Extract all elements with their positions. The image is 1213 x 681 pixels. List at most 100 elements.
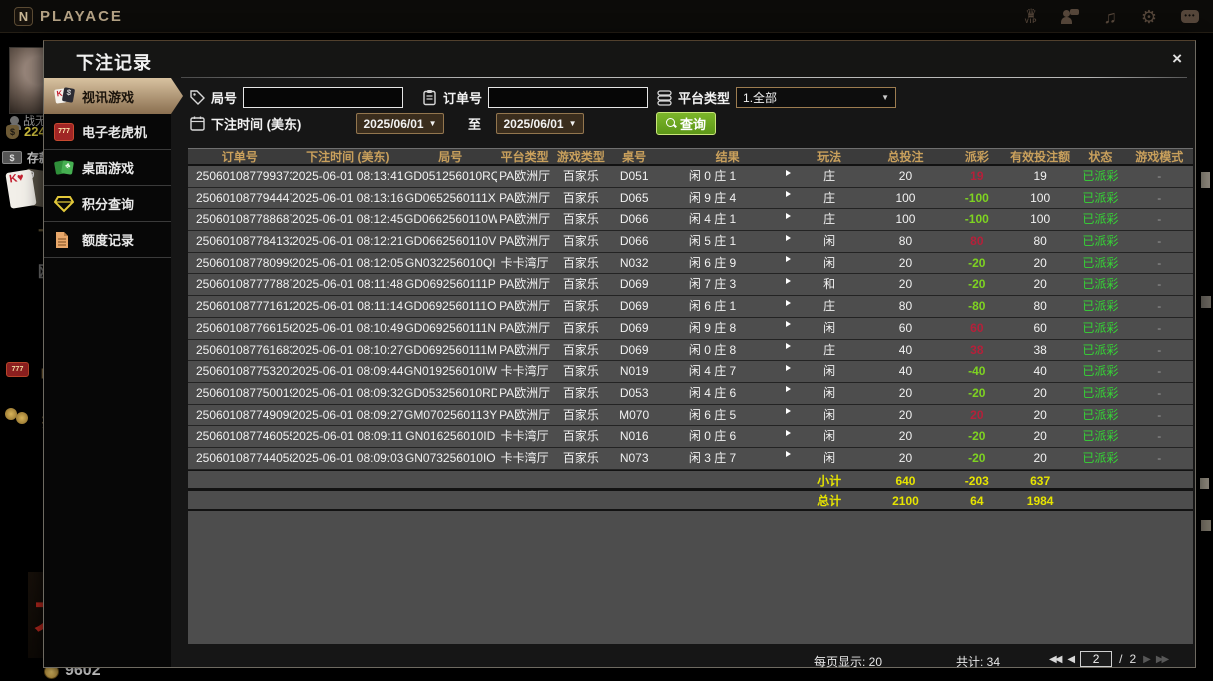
- cell-platform: PA欧洲厅: [497, 318, 553, 339]
- cell-bet: 20: [862, 405, 948, 426]
- cell-play: [766, 188, 796, 209]
- cell-valid: 100: [1005, 188, 1075, 209]
- cell-mode: -: [1126, 274, 1193, 295]
- column-header-status: 状态: [1075, 149, 1125, 164]
- cell-platform: [497, 491, 553, 509]
- cell-status: 已派彩: [1075, 188, 1125, 209]
- cell-payout: 64: [949, 491, 1005, 509]
- table-row: 2506010877886872025-06-01 08:12:45GD0662…: [188, 209, 1193, 231]
- cell-order: [188, 491, 292, 509]
- cell-status: 已派彩: [1075, 231, 1125, 252]
- cell-platform: PA欧洲厅: [497, 166, 553, 187]
- cell-status: 已派彩: [1075, 274, 1125, 295]
- date-to-picker[interactable]: 2025/06/01 ▼: [496, 113, 584, 134]
- round-number-input[interactable]: [243, 87, 403, 108]
- sidebar-item-quota-records[interactable]: 额度记录: [44, 222, 171, 258]
- cell-platform: 卡卡湾厅: [497, 361, 553, 382]
- cell-mode: -: [1126, 188, 1193, 209]
- cell-time: 2025-06-01 08:09:32: [292, 383, 405, 404]
- cell-result: [659, 471, 766, 489]
- cell-time: 2025-06-01 08:13:41: [292, 166, 405, 187]
- date-to-label: 至: [468, 114, 481, 133]
- cell-time: 2025-06-01 08:11:14: [292, 296, 405, 317]
- current-page-input[interactable]: 2: [1080, 651, 1112, 667]
- cell-valid: 20: [1005, 405, 1075, 426]
- cell-round: GN019256010IW: [404, 361, 496, 382]
- tag-icon: [189, 89, 206, 106]
- cell-table: N019: [609, 361, 659, 382]
- cell-time: 2025-06-01 08:13:16: [292, 188, 405, 209]
- last-page-icon[interactable]: ▶▶: [1156, 654, 1167, 665]
- cell-game: 百家乐: [553, 318, 609, 339]
- cell-status: 已派彩: [1075, 340, 1125, 361]
- cell-method: 闲: [796, 361, 862, 382]
- sidebar-item-live-games[interactable]: K$ 视讯游戏: [44, 78, 183, 114]
- cell-payout: 38: [949, 340, 1005, 361]
- cell-table: D065: [609, 188, 659, 209]
- cell-play: [766, 471, 796, 489]
- cell-bet: 100: [862, 188, 948, 209]
- cell-bet: 20: [862, 383, 948, 404]
- query-button[interactable]: 查询: [656, 112, 716, 135]
- cell-table: D069: [609, 296, 659, 317]
- cell-order: 250601087750019: [188, 383, 292, 404]
- cell-payout: -20: [949, 448, 1005, 469]
- cell-status: 已派彩: [1075, 166, 1125, 187]
- column-header-bet: 总投注: [862, 149, 948, 164]
- cell-mode: -: [1126, 166, 1193, 187]
- close-icon[interactable]: ×: [1172, 50, 1182, 67]
- cell-round: GD0692560111O: [404, 296, 496, 317]
- cell-order: 250601087766156: [188, 318, 292, 339]
- order-number-input[interactable]: [488, 87, 648, 108]
- customer-service-icon[interactable]: [1061, 9, 1079, 25]
- cell-result: 闲 5 庄 1: [659, 231, 766, 252]
- cell-round: GN016256010ID: [404, 426, 496, 447]
- summary-row: 小计640-203637: [188, 470, 1193, 491]
- music-icon[interactable]: ♫: [1103, 8, 1117, 26]
- dialog-title: 下注记录: [76, 49, 152, 75]
- cell-play: [766, 318, 796, 339]
- cell-game: [553, 471, 609, 489]
- chat-icon[interactable]: •••: [1181, 10, 1199, 23]
- cell-valid: 20: [1005, 253, 1075, 274]
- table-row: 2506010877809992025-06-01 08:12:05GN0322…: [188, 253, 1193, 275]
- document-icon: [54, 231, 74, 249]
- table-row: 2506010877716122025-06-01 08:11:14GD0692…: [188, 296, 1193, 318]
- calendar-icon: [189, 115, 206, 132]
- cell-mode: -: [1126, 253, 1193, 274]
- cell-status: 已派彩: [1075, 296, 1125, 317]
- prev-page-icon[interactable]: ◀: [1067, 654, 1073, 665]
- cell-valid: 40: [1005, 361, 1075, 382]
- cell-game: 百家乐: [553, 448, 609, 469]
- sidebar-item-slots[interactable]: 777 电子老虎机: [44, 114, 171, 150]
- cell-game: 百家乐: [553, 426, 609, 447]
- chevron-down-icon: ▼: [429, 119, 437, 128]
- cell-method: 庄: [796, 166, 862, 187]
- cell-bet: 20: [862, 166, 948, 187]
- cell-round: [404, 471, 496, 489]
- sidebar-item-table-games[interactable]: ♣ 桌面游戏: [44, 150, 171, 186]
- cell-result: 闲 9 庄 4: [659, 188, 766, 209]
- cell-game: 百家乐: [553, 166, 609, 187]
- chevron-down-icon: ▼: [569, 119, 577, 128]
- next-page-icon[interactable]: ▶: [1143, 654, 1149, 665]
- settings-gear-icon[interactable]: ⚙: [1141, 8, 1157, 26]
- cell-round: GN073256010IO: [404, 448, 496, 469]
- first-page-icon[interactable]: ◀◀: [1049, 654, 1060, 665]
- cell-valid: 20: [1005, 426, 1075, 447]
- cell-result: 闲 4 庄 1: [659, 209, 766, 230]
- cell-payout: -203: [949, 471, 1005, 489]
- column-header-mode: 游戏模式: [1126, 149, 1193, 164]
- sidebar-item-points-query[interactable]: 积分查询: [44, 186, 171, 222]
- table-row: 2506010877661562025-06-01 08:10:49GD0692…: [188, 318, 1193, 340]
- cell-round: GN032256010QI: [404, 253, 496, 274]
- diamond-icon: [54, 195, 74, 213]
- bet-time-label: 下注时间 (美东): [211, 114, 301, 133]
- background-edge-fragment: [1201, 172, 1210, 188]
- cell-play: [766, 405, 796, 426]
- date-from-picker[interactable]: 2025/06/01 ▼: [356, 113, 444, 134]
- cell-round: GD0662560110V: [404, 231, 496, 252]
- vip-icon[interactable]: ♛ VIP: [1025, 9, 1038, 25]
- platform-type-select[interactable]: 1.全部 ▼: [736, 87, 896, 108]
- cell-method: 闲: [796, 405, 862, 426]
